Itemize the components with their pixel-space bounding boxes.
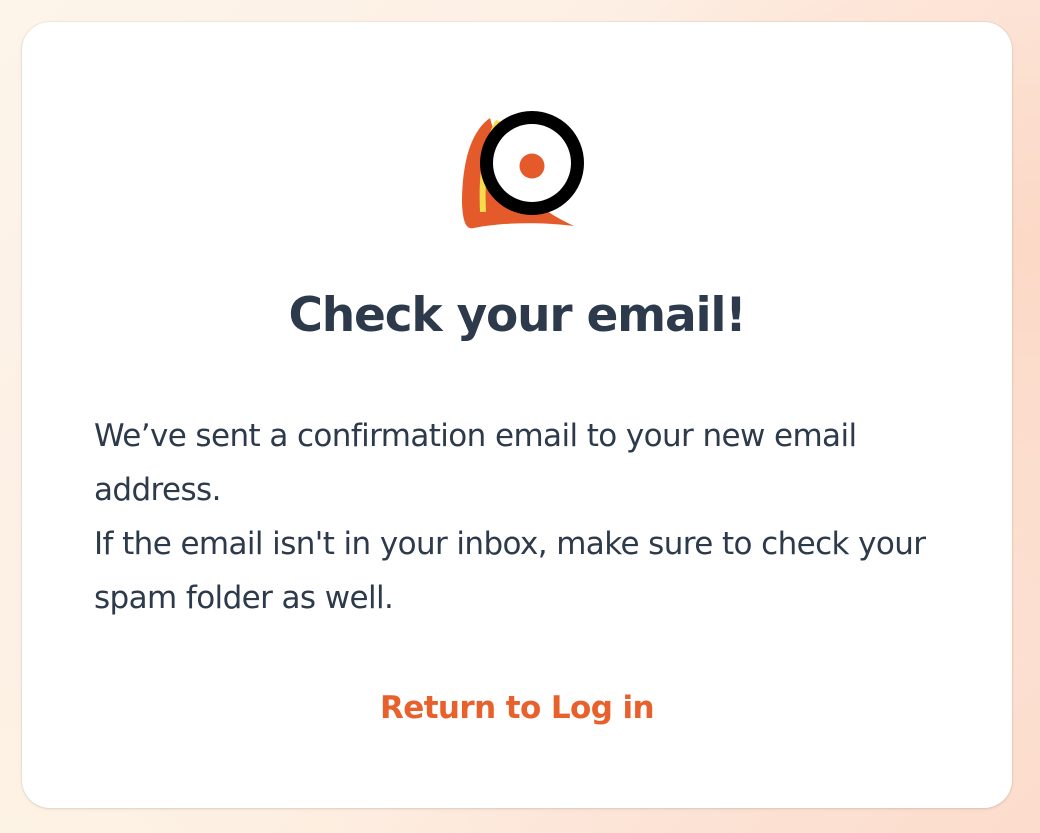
brand-logo bbox=[444, 100, 596, 232]
logo-eye-pupil bbox=[519, 153, 545, 179]
confirmation-card: Check your email! We’ve sent a confirmat… bbox=[22, 22, 1012, 808]
message-line-spam: If the email isn't in your inbox, make s… bbox=[94, 526, 926, 616]
puffin-eye-logo-icon bbox=[462, 111, 584, 229]
return-to-login-link[interactable]: Return to Log in bbox=[22, 684, 1012, 732]
confirmation-message: We’ve sent a confirmation email to your … bbox=[94, 409, 944, 625]
page-title: Check your email! bbox=[288, 288, 746, 343]
message-line-sent: We’ve sent a confirmation email to your … bbox=[94, 418, 857, 508]
